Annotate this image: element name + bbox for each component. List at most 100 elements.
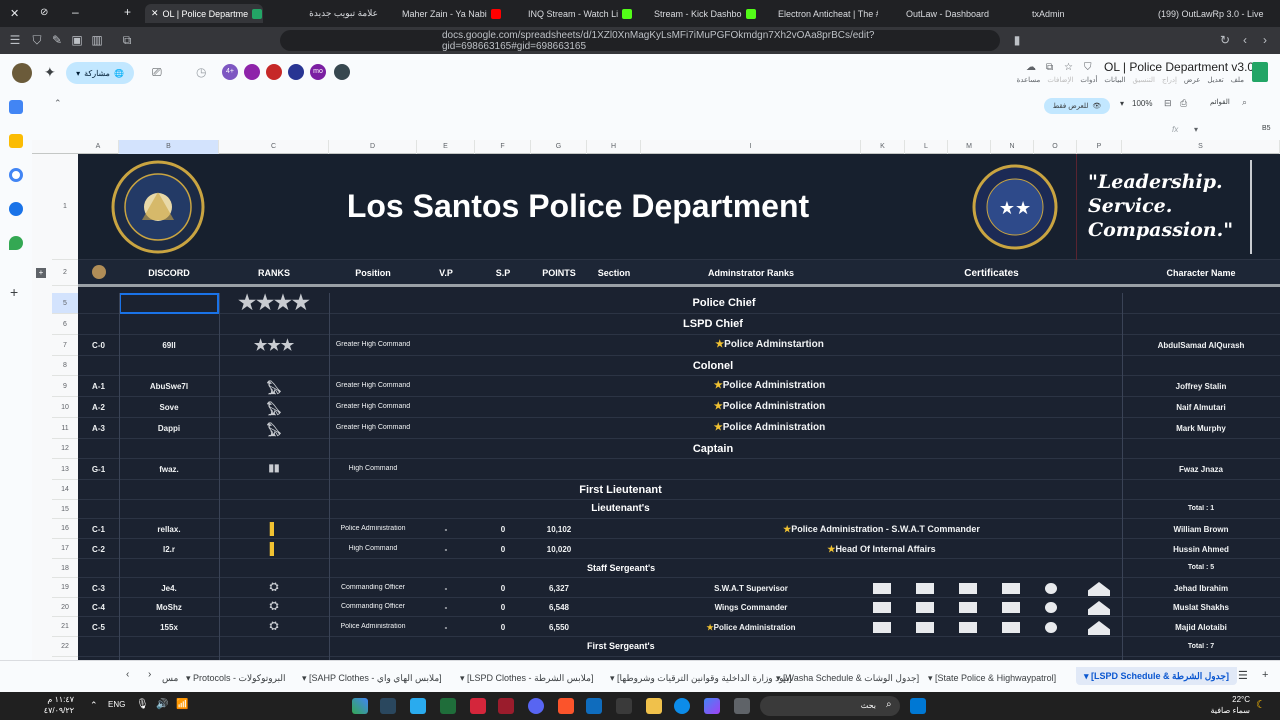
print-icon[interactable]: ⎙	[1180, 98, 1187, 109]
back-icon[interactable]: ›	[1258, 33, 1272, 47]
column-header[interactable]: A	[78, 140, 119, 154]
wifi-icon[interactable]: 📶	[176, 699, 188, 710]
sheet-tab-washa-schedule[interactable]: ▾ [Washa Schedule & جدول الوشات]	[776, 669, 919, 687]
tab-electron-anticheat[interactable]: Electron Anticheat | The #	[778, 4, 878, 23]
menu-icon[interactable]: ☰	[8, 33, 22, 47]
zoom-select[interactable]: 100%	[1132, 99, 1152, 108]
meet-icon[interactable]: ⎚	[152, 65, 162, 80]
all-sheets-icon[interactable]: ☰	[1238, 669, 1248, 682]
pen-icon[interactable]: ✎	[50, 33, 64, 47]
tabs-icon[interactable]: ▣	[70, 33, 84, 47]
microphone-icon[interactable]: 🎙	[136, 699, 149, 710]
sheet-tab-state-police[interactable]: ▾ [State Police & Highwaypatrol]	[928, 669, 1056, 687]
tab-police-department[interactable]: ✕ OL | Police Departme	[145, 4, 263, 23]
column-header[interactable]: M	[948, 140, 991, 154]
terminal-icon[interactable]	[440, 698, 456, 714]
scroll-left-icon[interactable]: ‹	[126, 669, 129, 680]
discord-icon[interactable]	[528, 698, 544, 714]
menu-format[interactable]: التنسيق	[1133, 76, 1156, 84]
row-header[interactable]: 13	[52, 459, 78, 480]
edge-icon[interactable]	[674, 698, 690, 714]
app-icon[interactable]	[616, 698, 632, 714]
doc-title[interactable]: OL | Police Department v3.0	[1104, 60, 1254, 74]
close-tab-icon[interactable]: ✕	[151, 8, 159, 19]
column-header[interactable]: E	[417, 140, 475, 154]
app-icon[interactable]	[352, 698, 368, 714]
row-header[interactable]: 18	[52, 559, 78, 578]
format-icon[interactable]: ⊟	[1164, 98, 1172, 109]
collaborators-count[interactable]: 4+	[222, 64, 238, 80]
row-header[interactable]: 11	[52, 418, 78, 439]
column-header[interactable]: F	[475, 140, 531, 154]
tab-inq-stream[interactable]: INQ Stream - Watch Li	[528, 4, 636, 23]
menu-data[interactable]: البيانات	[1104, 76, 1125, 84]
tab-search-icon[interactable]: ⊘	[40, 7, 48, 18]
column-header[interactable]: I	[641, 140, 861, 154]
row-header[interactable]: 9	[52, 376, 78, 397]
row-header[interactable]: 1	[52, 154, 78, 260]
tab-outlaw-dashboard[interactable]: OutLaw - Dashboard	[906, 4, 1006, 23]
collaborator-avatar[interactable]	[288, 64, 304, 80]
menu-file[interactable]: ملف	[1231, 76, 1244, 84]
column-header[interactable]: C	[219, 140, 329, 154]
start-icon[interactable]	[910, 698, 926, 714]
share-button[interactable]: ▾ مشاركة 🌐	[66, 62, 134, 84]
row-header[interactable]: 20	[52, 598, 78, 617]
tab-new-tab[interactable]: علامة تبويب جديدة	[268, 4, 378, 23]
new-tab-icon[interactable]: +	[124, 5, 131, 19]
close-window-icon[interactable]: ✕	[10, 7, 19, 20]
expand-group-icon[interactable]: +	[36, 268, 46, 278]
collapse-icon[interactable]: ⌃	[54, 98, 62, 109]
row-header[interactable]: 6	[52, 314, 78, 335]
row-header[interactable]: 17	[52, 539, 78, 559]
selected-cell[interactable]	[119, 293, 219, 314]
sheet-tab-lspd-schedule[interactable]: ▾ [LSPD Schedule & جدول الشرطة]	[1076, 667, 1237, 685]
row-header[interactable]: 2	[52, 260, 78, 286]
column-header[interactable]: P	[1077, 140, 1122, 154]
sheets-logo[interactable]	[1252, 62, 1268, 82]
tab-youtube-live[interactable]: (199) OutLawRp 3.0 - Live	[1158, 4, 1276, 23]
app-icon[interactable]	[498, 698, 514, 714]
tab-youtube[interactable]: Maher Zain - Ya Nabi	[402, 4, 510, 23]
clock[interactable]: ١١:٤٧ م ٤٧/٠٩/٢٢	[28, 694, 74, 716]
menu-help[interactable]: مساعدة	[1017, 76, 1041, 84]
address-bar[interactable]: docs.google.com/spreadsheets/d/1XZl0XnMa…	[280, 30, 1000, 52]
tab-txadmin[interactable]: txAdmin	[1032, 4, 1092, 23]
chevron-down-icon[interactable]: ▾	[1194, 125, 1198, 134]
contacts-icon[interactable]	[9, 202, 23, 216]
minimize-icon[interactable]: –	[72, 5, 79, 19]
bookmark-icon[interactable]: ▮	[1010, 33, 1024, 47]
row-header[interactable]: 22	[52, 637, 78, 657]
volume-icon[interactable]: 🔊	[156, 699, 168, 710]
row-header[interactable]: 8	[52, 356, 78, 376]
drive-icon[interactable]: ⧉	[1046, 62, 1053, 73]
menu-extensions[interactable]: الإضافات	[1047, 76, 1073, 84]
add-sheet-icon[interactable]: +	[1262, 669, 1268, 681]
column-header[interactable]: G	[531, 140, 587, 154]
sheet-tab-lspd-clothes[interactable]: ▾ [LSPD Clothes - ملابس الشرطة]	[460, 669, 593, 687]
column-header[interactable]: O	[1034, 140, 1077, 154]
maps-icon[interactable]	[9, 236, 23, 250]
chevron-up-icon[interactable]: ⌃	[90, 700, 98, 711]
column-header[interactable]: L	[905, 140, 948, 154]
collaborator-avatar[interactable]: mo	[310, 64, 326, 80]
column-header[interactable]: B	[119, 140, 219, 154]
sheet-tab-protocols[interactable]: ▾ Protocols - البروتوكولات	[186, 669, 286, 687]
outlook-icon[interactable]	[586, 698, 602, 714]
task-view-icon[interactable]	[734, 698, 750, 714]
screenshot-icon[interactable]: ⧉	[120, 33, 134, 47]
row-header[interactable]: 21	[52, 617, 78, 637]
avatar[interactable]	[12, 63, 32, 83]
steam-icon[interactable]	[380, 698, 396, 714]
shield-icon[interactable]: ⛉	[30, 33, 44, 47]
name-box[interactable]: B5	[1262, 125, 1271, 132]
file-explorer-icon[interactable]	[646, 698, 662, 714]
sheet-tab-sahp-clothes[interactable]: ▾ [SAHP Clothes - ملابس الهاي واي]	[302, 669, 442, 687]
row-header[interactable]: 14	[52, 480, 78, 500]
row-header[interactable]: 19	[52, 578, 78, 598]
sheet-tab-ministry-rules[interactable]: ▾ [بنود وزارة الداخلية وقوانين الترقيات …	[610, 669, 792, 687]
view-only-button[interactable]: للعرض فقط 👁	[1044, 98, 1110, 114]
reload-icon[interactable]: ↻	[1218, 33, 1232, 47]
language-indicator[interactable]: ENG	[108, 700, 125, 709]
column-header[interactable]: D	[329, 140, 417, 154]
